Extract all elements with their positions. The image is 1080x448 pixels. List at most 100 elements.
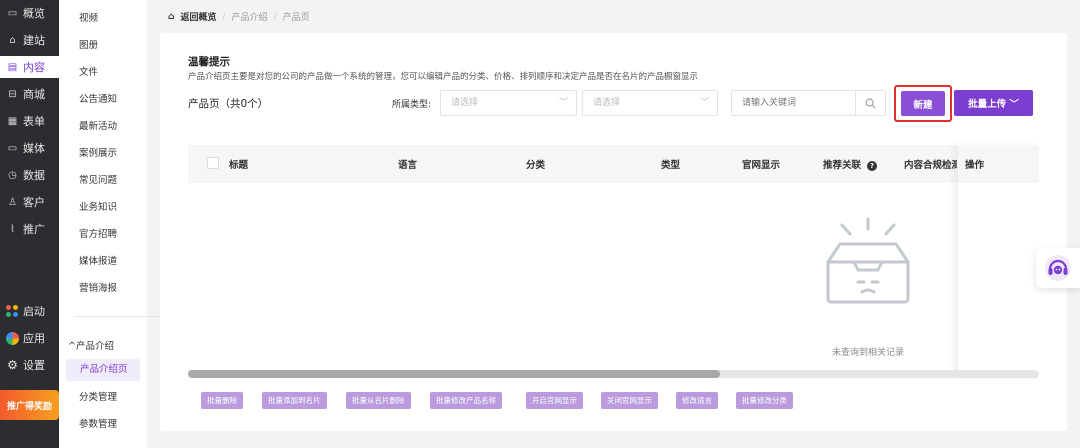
column-compliance[interactable]: 内容合规检测: [904, 157, 958, 171]
subnav-item-params[interactable]: 参数管理: [79, 418, 117, 432]
subnav-group-product[interactable]: ^产品介绍: [68, 338, 114, 352]
clock-icon: ◷: [8, 169, 17, 181]
fixed-actions-column: [957, 145, 1039, 375]
main-card: 温馨提示 产品介绍页主要是对您的公司的产品做一个系统的管理，您可以编辑产品的分类…: [160, 33, 1067, 431]
nav-label: 应用: [23, 332, 45, 345]
bulk-delete-button[interactable]: 批量删除: [201, 392, 243, 409]
nav-item-data[interactable]: ◷ 数据: [0, 164, 59, 186]
subnav-item-knowledge[interactable]: 业务知识: [79, 201, 117, 215]
nav-label: 设置: [23, 359, 45, 372]
subnav-item-album[interactable]: 图册: [79, 39, 98, 53]
primary-nav: ▭ 概览 ⌂ 建站 ▤ 内容 ⊟ 商城 ▦ 表单 ▭ 媒体 ◷ 数据 ♙ 客户: [0, 0, 59, 448]
table-header: 标题 语言 分类 类型 官网显示 推荐关联? 内容合规检测 操作: [188, 145, 1039, 183]
select-all-checkbox[interactable]: [207, 157, 219, 169]
nav-item-settings[interactable]: ⚙ 设置: [0, 354, 59, 376]
home-icon: ⌂: [9, 34, 16, 46]
bulk-rename-button[interactable]: 批量修改产品名称: [430, 392, 502, 409]
form-icon: ▦: [7, 115, 18, 127]
search-input[interactable]: [732, 91, 852, 115]
breadcrumb-back[interactable]: 返回概览: [180, 10, 216, 23]
empty-box-icon: [826, 217, 910, 304]
help-icon[interactable]: ?: [867, 160, 878, 171]
nav-item-media[interactable]: ▭ 媒体: [0, 137, 59, 159]
search-box: [731, 90, 886, 116]
nav-item-launch[interactable]: 启动: [0, 300, 59, 322]
subnav-item-events[interactable]: 最新活动: [79, 120, 117, 134]
nav-label: 启动: [23, 305, 45, 318]
product-count: 产品页（共0个）: [188, 98, 269, 110]
subnav-item-press[interactable]: 媒体报道: [79, 255, 117, 269]
new-button[interactable]: 新建: [901, 91, 945, 116]
nav-label: 客户: [23, 196, 45, 209]
breadcrumb-level1[interactable]: 产品介绍: [232, 10, 268, 23]
column-category[interactable]: 分类: [526, 157, 545, 171]
nav-item-apps[interactable]: 应用: [0, 327, 59, 349]
headset-icon: [1045, 255, 1071, 281]
column-type[interactable]: 类型: [661, 157, 680, 171]
column-title[interactable]: 标题: [229, 157, 248, 171]
column-recommend[interactable]: 推荐关联?: [823, 157, 878, 171]
breadcrumb-level2: 产品页: [282, 13, 310, 23]
nav-item-customer[interactable]: ♙ 客户: [0, 191, 59, 213]
batch-upload-button[interactable]: 批量上传 ﹀: [954, 90, 1033, 116]
horizontal-scrollbar[interactable]: [188, 370, 1039, 378]
subnav-item-file[interactable]: 文件: [79, 66, 98, 80]
nav-label: 内容: [23, 61, 45, 74]
disable-site-display-button[interactable]: 关闭官网显示: [601, 392, 658, 409]
bulk-add-to-card-button[interactable]: 批量添加到名片: [262, 392, 327, 409]
document-icon: ▤: [7, 61, 18, 73]
apps-icon: [6, 331, 19, 345]
subnav-item-cases[interactable]: 案例展示: [79, 147, 117, 161]
monitor-icon: ▭: [7, 7, 18, 19]
chevron-down-icon: ﹀: [558, 98, 568, 108]
nav-item-content[interactable]: ▤ 内容: [0, 56, 59, 78]
nav-item-form[interactable]: ▦ 表单: [0, 110, 59, 132]
subnav-item-faq[interactable]: 常见问题: [79, 174, 117, 188]
column-site-display[interactable]: 官网显示: [742, 157, 780, 171]
new-button-highlight: 新建: [894, 85, 952, 122]
select-placeholder: 请选择: [593, 98, 621, 108]
nav-label: 商城: [23, 88, 45, 101]
nav-label: 表单: [23, 115, 45, 128]
subnav-item-category[interactable]: 分类管理: [79, 391, 117, 405]
home-icon[interactable]: ⌂: [168, 12, 174, 22]
subnav-item-jobs[interactable]: 官方招聘: [79, 228, 117, 242]
nav-item-site[interactable]: ⌂ 建站: [0, 29, 59, 51]
empty-message: 未查询到相关记录: [832, 348, 905, 358]
breadcrumb-separator: /: [273, 11, 277, 22]
column-recommend-label: 推荐关联: [823, 160, 862, 171]
customer-service-button[interactable]: [1036, 248, 1080, 288]
nav-label: 推广: [23, 223, 45, 236]
type-filter-label: 所属类型:: [392, 100, 432, 110]
nav-item-overview[interactable]: ▭ 概览: [0, 2, 59, 24]
scrollbar-thumb[interactable]: [188, 370, 720, 378]
column-language[interactable]: 语言: [398, 157, 417, 171]
enable-site-display-button[interactable]: 开启官网显示: [526, 392, 583, 409]
promo-badge[interactable]: 推广得奖励: [0, 390, 59, 420]
user-icon: ♙: [8, 196, 17, 208]
nav-item-shop[interactable]: ⊟ 商城: [0, 83, 59, 105]
launch-icon: [6, 304, 19, 318]
tip-text: 产品介绍页主要是对您的公司的产品做一个系统的管理，您可以编辑产品的分类、价格、排…: [188, 72, 699, 82]
bulk-remove-from-card-button[interactable]: 批量从名片删除: [346, 392, 411, 409]
select-placeholder: 请选择: [451, 98, 479, 108]
subnav-item-notice[interactable]: 公告通知: [79, 93, 117, 107]
subnav-item-posters[interactable]: 营销海报: [79, 282, 117, 296]
bulk-change-category-button[interactable]: 批量修改分类: [736, 392, 793, 409]
tip-title: 温馨提示: [188, 56, 230, 68]
link-icon: ⌇: [10, 223, 15, 235]
gear-icon: ⚙: [7, 358, 18, 372]
change-language-button[interactable]: 修改语言: [676, 392, 718, 409]
app-root: ▭ 概览 ⌂ 建站 ▤ 内容 ⊟ 商城 ▦ 表单 ▭ 媒体 ◷ 数据 ♙ 客户: [0, 0, 1080, 448]
nav-label: 媒体: [23, 142, 45, 155]
chevron-down-icon: ﹀: [699, 98, 709, 108]
subnav-item-product-page[interactable]: 产品介绍页: [66, 359, 140, 381]
nav-label: 概览: [23, 7, 45, 20]
nav-item-promote[interactable]: ⌇ 推广: [0, 218, 59, 240]
search-icon[interactable]: [855, 91, 885, 115]
subnav-item-video[interactable]: 视频: [79, 12, 98, 26]
type-select-2[interactable]: 请选择 ﹀: [582, 90, 718, 116]
breadcrumb-separator: /: [222, 11, 226, 22]
type-select-1[interactable]: 请选择 ﹀: [440, 90, 577, 116]
nav-label: 建站: [23, 34, 45, 47]
